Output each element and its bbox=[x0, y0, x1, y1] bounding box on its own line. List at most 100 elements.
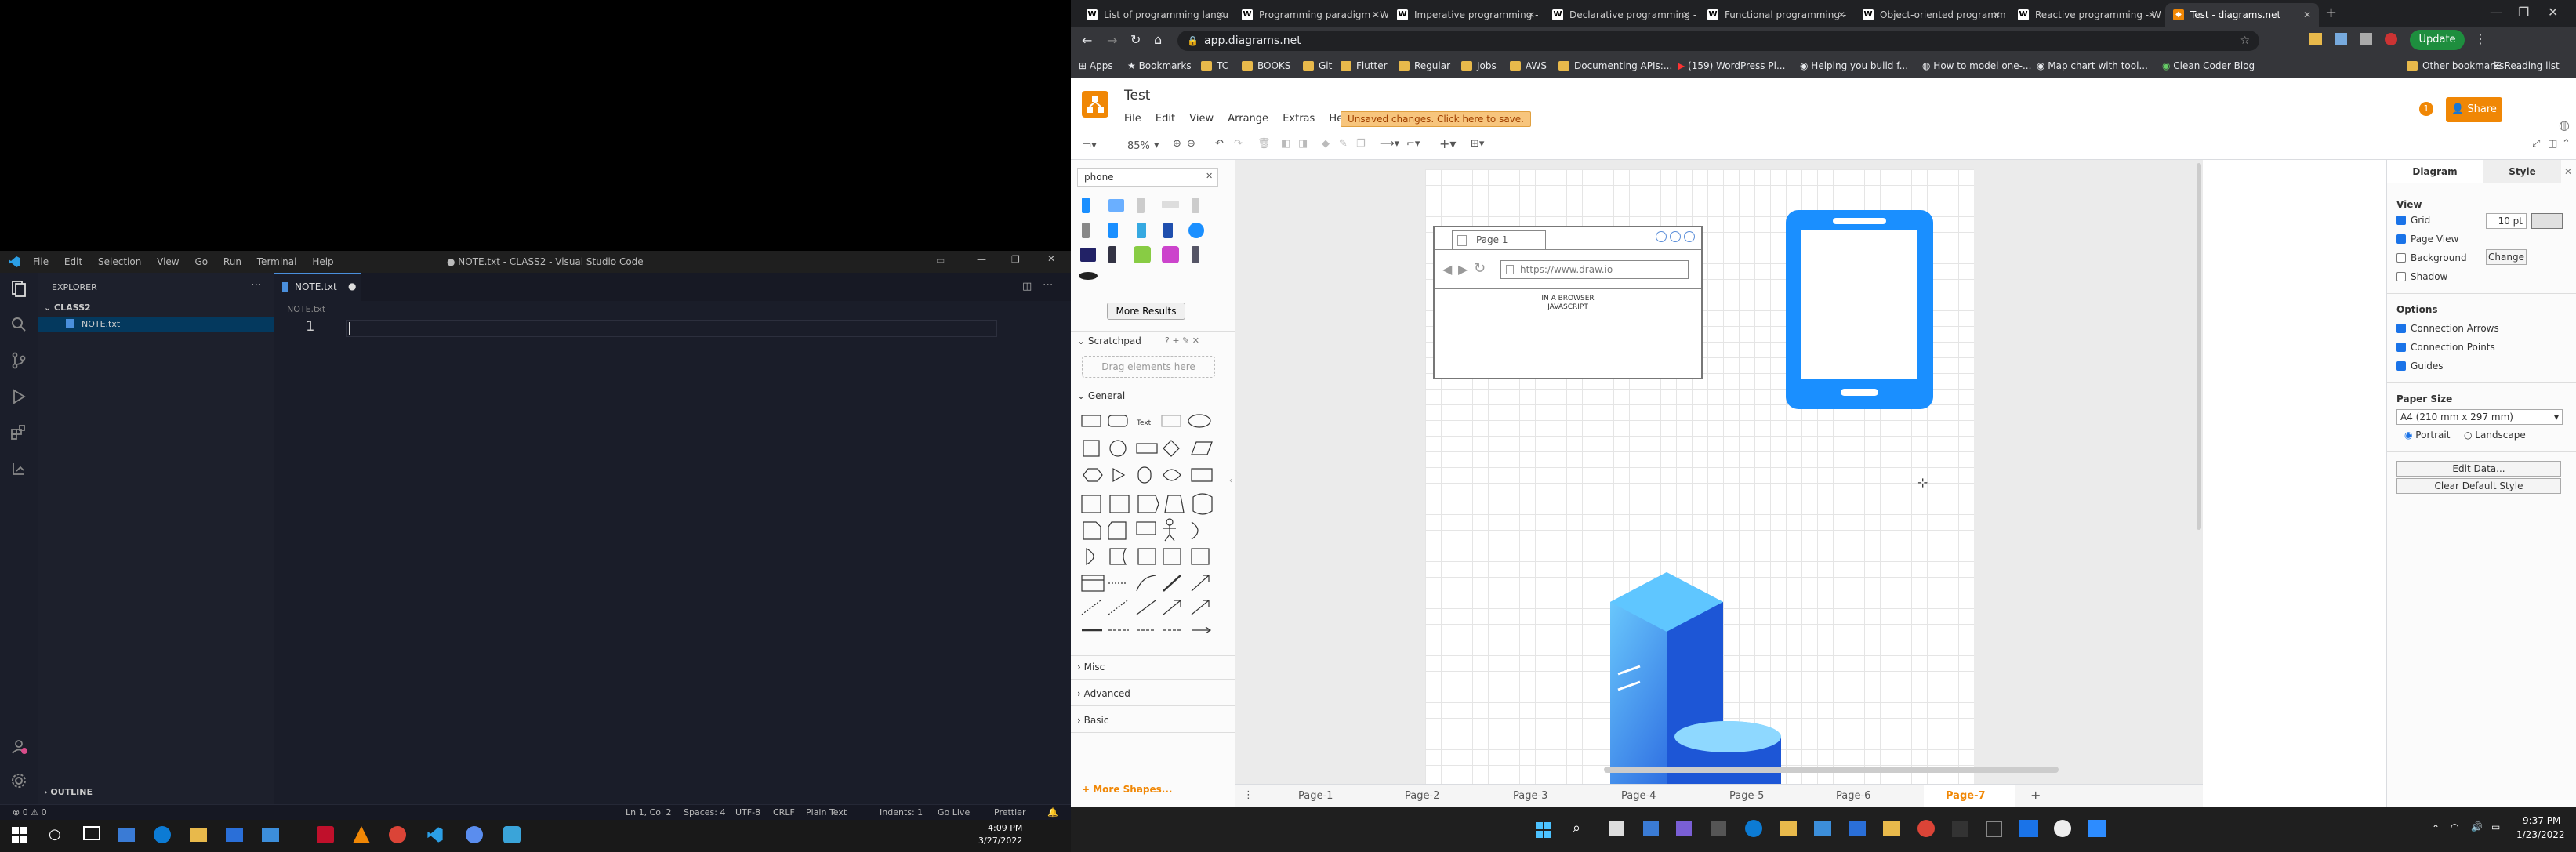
more-results-button[interactable]: More Results bbox=[1107, 303, 1185, 320]
bookmark-folder[interactable]: Other bookmarks bbox=[2407, 60, 2504, 71]
bookmark-item[interactable]: ◉ Clean Coder Blog bbox=[2162, 60, 2255, 71]
page-tab-5[interactable]: Page-5 bbox=[1729, 790, 1764, 802]
scratchpad-dropzone[interactable]: Drag elements here bbox=[1082, 356, 1215, 378]
app-icon-s[interactable] bbox=[1952, 821, 1968, 837]
menu-file[interactable]: File bbox=[1124, 113, 1141, 125]
browser-tab[interactable]: W Functional programming - ✕ bbox=[1700, 3, 1853, 27]
zoom-in-icon[interactable]: ⊕ bbox=[1173, 138, 1181, 150]
tab-close-icon[interactable]: ✕ bbox=[1527, 3, 1535, 27]
terminal-icon[interactable] bbox=[1711, 821, 1726, 836]
file-explorer-icon[interactable] bbox=[1780, 821, 1797, 836]
category-basic[interactable]: › Basic bbox=[1077, 715, 1108, 726]
app-icon-slack[interactable] bbox=[503, 826, 521, 843]
browser-tab[interactable]: W Object-oriented programm ✕ bbox=[1855, 3, 2008, 27]
redo-icon[interactable]: ↷ bbox=[1234, 138, 1243, 150]
menu-view[interactable]: View bbox=[1189, 113, 1214, 125]
breadcrumb[interactable]: NOTE.txt bbox=[287, 304, 325, 314]
pages-menu-icon[interactable]: ⋮ bbox=[1243, 789, 1254, 801]
tab-style[interactable]: Style bbox=[2483, 160, 2561, 183]
category-general[interactable]: ⌄ General bbox=[1077, 390, 1125, 401]
fullscreen-icon[interactable]: ⤢ bbox=[2532, 138, 2540, 150]
paper-size-select[interactable]: A4 (210 mm x 297 mm) ▾ bbox=[2396, 409, 2563, 425]
category-misc[interactable]: › Misc bbox=[1077, 662, 1105, 673]
to-back-icon[interactable]: ◨ bbox=[1298, 138, 1308, 150]
tab-close-icon[interactable]: ✕ bbox=[1993, 3, 2001, 27]
editor-more-icon[interactable]: ··· bbox=[1043, 279, 1053, 292]
general-shapes-grid[interactable]: Text bbox=[1077, 409, 1226, 636]
task-view-icon[interactable] bbox=[83, 826, 100, 840]
clear-default-style-button[interactable]: Clear Default Style bbox=[2396, 478, 2561, 494]
bookmark-item[interactable]: ◉ Map chart with tool... bbox=[2037, 60, 2148, 71]
line-color-icon[interactable]: ✎ bbox=[1339, 138, 1348, 150]
app-icon-blue[interactable] bbox=[466, 826, 483, 843]
prettier-status[interactable]: Prettier bbox=[994, 807, 1025, 818]
background-checkbox[interactable]: Background bbox=[2396, 252, 2467, 263]
page-tab-2[interactable]: Page-2 bbox=[1405, 790, 1439, 802]
reload-icon[interactable]: ↻ bbox=[1130, 32, 1141, 47]
clear-search-icon[interactable]: ✕ bbox=[1206, 171, 1213, 181]
extension-icon[interactable] bbox=[2360, 33, 2372, 45]
grid-color-swatch[interactable] bbox=[2531, 213, 2563, 229]
indentation[interactable]: Spaces: 4 bbox=[684, 807, 725, 818]
tab-close-icon[interactable]: ✕ bbox=[2148, 3, 2156, 27]
unsaved-changes-banner[interactable]: Unsaved changes. Click here to save. bbox=[1341, 111, 1531, 127]
source-control-icon[interactable] bbox=[9, 351, 28, 370]
wifi-icon[interactable]: ◠ bbox=[2451, 821, 2458, 832]
menu-terminal[interactable]: Terminal bbox=[257, 256, 297, 267]
shadow-icon[interactable]: ❐ bbox=[1356, 138, 1366, 150]
zoom-app-icon[interactable] bbox=[2088, 820, 2106, 837]
tray-chevron-icon[interactable]: ⌃ bbox=[2432, 823, 2440, 834]
bookmark-folder[interactable]: TC bbox=[1201, 60, 1228, 71]
collapse-chevron-icon[interactable]: ⌃ bbox=[2562, 138, 2571, 150]
browser-tab[interactable]: W Declarative programming - ✕ bbox=[1544, 3, 1698, 27]
page-tab-1[interactable]: Page-1 bbox=[1298, 790, 1333, 802]
category-advanced[interactable]: › Advanced bbox=[1077, 688, 1130, 699]
page-tab-7[interactable]: Page-7 bbox=[1946, 790, 1986, 802]
forward-arrow-icon[interactable]: → bbox=[1107, 33, 1117, 48]
notion-icon[interactable] bbox=[1986, 821, 2002, 837]
vscode-blue-icon[interactable] bbox=[2019, 820, 2038, 837]
shape-search-input[interactable]: phone bbox=[1077, 168, 1218, 187]
close-panel-icon[interactable]: ✕ bbox=[2564, 166, 2572, 177]
table-icon[interactable]: ⊞▾ bbox=[1471, 138, 1484, 150]
windows-start-icon[interactable] bbox=[1535, 821, 1552, 839]
connection-icon[interactable]: ⟶▾ bbox=[1380, 138, 1399, 150]
tab-diagram[interactable]: Diagram bbox=[2387, 160, 2483, 183]
browser-tab[interactable]: W Reactive programming - W ✕ bbox=[2010, 3, 2164, 27]
menu-edit[interactable]: Edit bbox=[1156, 113, 1175, 125]
add-page-plus-icon[interactable]: + bbox=[2030, 788, 2041, 803]
indents[interactable]: Indents: 1 bbox=[880, 807, 923, 818]
editor-area[interactable]: NOTE.txt ● ◫ ··· NOTE.txt 1 bbox=[274, 273, 1071, 804]
bookmark-star-icon[interactable]: ☆ bbox=[2240, 31, 2250, 51]
vertical-scrollbar[interactable] bbox=[2197, 163, 2201, 530]
minimize-button[interactable]: — bbox=[977, 254, 986, 265]
tab-close-icon[interactable]: ✕ bbox=[2303, 3, 2311, 27]
portrait-radio[interactable]: ◉ Portrait bbox=[2404, 430, 2450, 441]
file-explorer-icon[interactable] bbox=[190, 828, 207, 842]
collapse-left-panel-icon[interactable]: ‹ bbox=[1229, 477, 1232, 485]
vscode-taskbar-icon[interactable] bbox=[426, 826, 444, 843]
chrome-icon[interactable] bbox=[389, 826, 406, 843]
taskbar-date[interactable]: 1/23/2022 bbox=[2516, 829, 2565, 840]
menu-run[interactable]: Run bbox=[223, 256, 241, 267]
fill-color-icon[interactable]: ◆ bbox=[1322, 138, 1330, 150]
page-tab-4[interactable]: Page-4 bbox=[1621, 790, 1656, 802]
layout-icon[interactable]: ▭ bbox=[936, 255, 945, 266]
accounts-icon[interactable] bbox=[9, 737, 28, 756]
bookmark-item[interactable]: ☰ Reading list bbox=[2493, 60, 2560, 71]
page-tab-3[interactable]: Page-3 bbox=[1513, 790, 1547, 802]
mobile-phone-shape[interactable] bbox=[1786, 210, 1933, 409]
task-view-icon[interactable] bbox=[1609, 821, 1624, 836]
menu-help[interactable]: Help bbox=[312, 256, 333, 267]
bookmark-folder[interactable]: Git bbox=[1303, 60, 1332, 71]
bookmark-folder[interactable]: Flutter bbox=[1341, 60, 1388, 71]
extension-icon[interactable] bbox=[2335, 33, 2347, 45]
page-view-checkbox[interactable]: Page View bbox=[2396, 234, 2458, 245]
extension-icon[interactable] bbox=[2309, 33, 2322, 45]
bookmark-folder[interactable]: Jobs bbox=[1461, 60, 1497, 71]
tab-close-icon[interactable]: ✕ bbox=[1838, 3, 1845, 27]
browser-tab[interactable]: W Imperative programming - ✕ bbox=[1389, 3, 1543, 27]
close-button[interactable]: ✕ bbox=[1047, 253, 1055, 264]
clock-date[interactable]: 3/27/2022 bbox=[978, 836, 1022, 846]
app-icon-red[interactable] bbox=[317, 826, 334, 843]
